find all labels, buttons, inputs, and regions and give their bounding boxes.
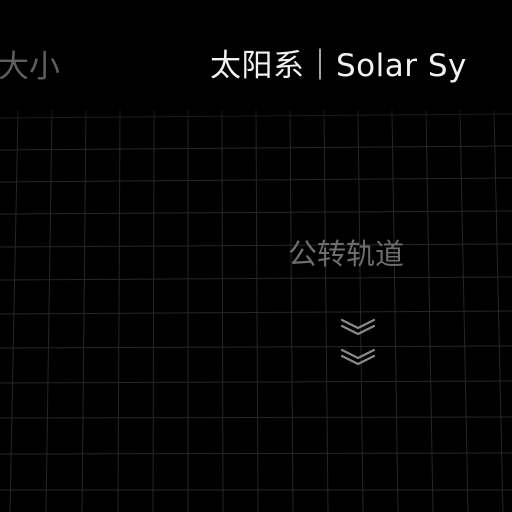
double-chevron-down-icon: [340, 318, 376, 366]
tab-size[interactable]: 大小: [0, 47, 60, 87]
page-title: 太阳系｜Solar Sy: [210, 48, 467, 84]
section-orbit-label[interactable]: 公转轨道: [288, 234, 404, 274]
scroll-down-button[interactable]: [338, 316, 378, 368]
